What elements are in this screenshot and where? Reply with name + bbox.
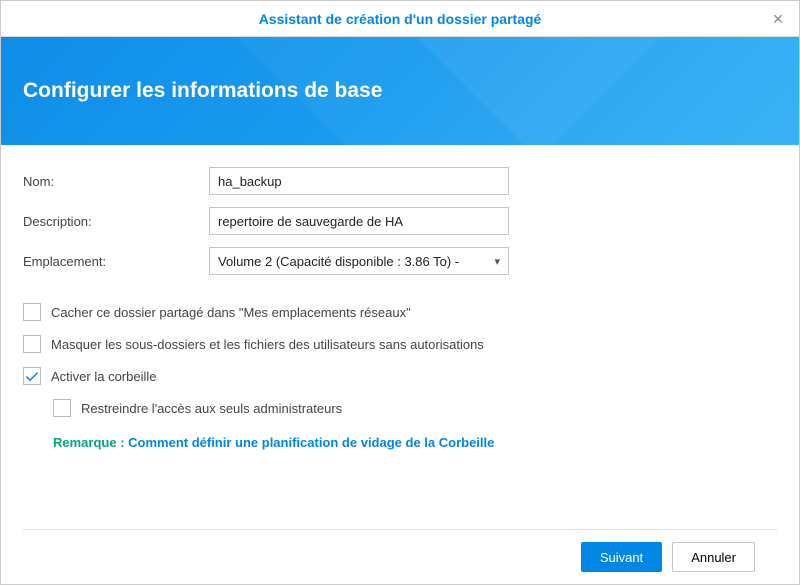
checkbox-row-hide-subfolders: Masquer les sous-dossiers et les fichier… <box>23 335 777 353</box>
next-button[interactable]: Suivant <box>581 542 662 572</box>
hide-folder-label: Cacher ce dossier partagé dans "Mes empl… <box>51 305 411 320</box>
note-link[interactable]: Comment définir une planification de vid… <box>128 435 494 450</box>
location-selected-value: Volume 2 (Capacité disponible : 3.86 To)… <box>218 254 459 269</box>
note-label: Remarque : <box>53 435 128 450</box>
hide-folder-checkbox[interactable] <box>23 303 41 321</box>
description-label: Description: <box>23 214 209 229</box>
location-select[interactable]: Volume 2 (Capacité disponible : 3.86 To)… <box>209 247 509 275</box>
hide-subfolders-checkbox[interactable] <box>23 335 41 353</box>
dialog-title: Assistant de création d'un dossier parta… <box>259 11 542 27</box>
chevron-down-icon: ▾ <box>494 255 500 268</box>
restrict-admin-checkbox[interactable] <box>53 399 71 417</box>
hide-subfolders-label: Masquer les sous-dossiers et les fichier… <box>51 337 484 352</box>
banner: Configurer les informations de base <box>1 37 799 145</box>
cancel-button[interactable]: Annuler <box>672 542 755 572</box>
note-row: Remarque : Comment définir une planifica… <box>53 435 777 450</box>
location-label: Emplacement: <box>23 254 209 269</box>
checkbox-row-recycle-bin: Activer la corbeille <box>23 367 777 385</box>
row-description: Description: <box>23 207 777 235</box>
name-input[interactable] <box>209 167 509 195</box>
recycle-bin-label: Activer la corbeille <box>51 369 157 384</box>
recycle-bin-checkbox[interactable] <box>23 367 41 385</box>
row-location: Emplacement: Volume 2 (Capacité disponib… <box>23 247 777 275</box>
dialog: Assistant de création d'un dossier parta… <box>0 0 800 585</box>
content: Nom: Description: Emplacement: Volume 2 … <box>1 145 799 529</box>
description-input[interactable] <box>209 207 509 235</box>
banner-title: Configurer les informations de base <box>23 79 382 103</box>
restrict-admin-label: Restreindre l'accès aux seuls administra… <box>81 401 342 416</box>
row-name: Nom: <box>23 167 777 195</box>
checkbox-row-restrict-admin: Restreindre l'accès aux seuls administra… <box>53 399 777 417</box>
checkbox-row-hide-folder: Cacher ce dossier partagé dans "Mes empl… <box>23 303 777 321</box>
footer: Suivant Annuler <box>23 529 777 584</box>
close-icon[interactable]: × <box>769 10 787 28</box>
name-label: Nom: <box>23 174 209 189</box>
titlebar: Assistant de création d'un dossier parta… <box>1 1 799 37</box>
